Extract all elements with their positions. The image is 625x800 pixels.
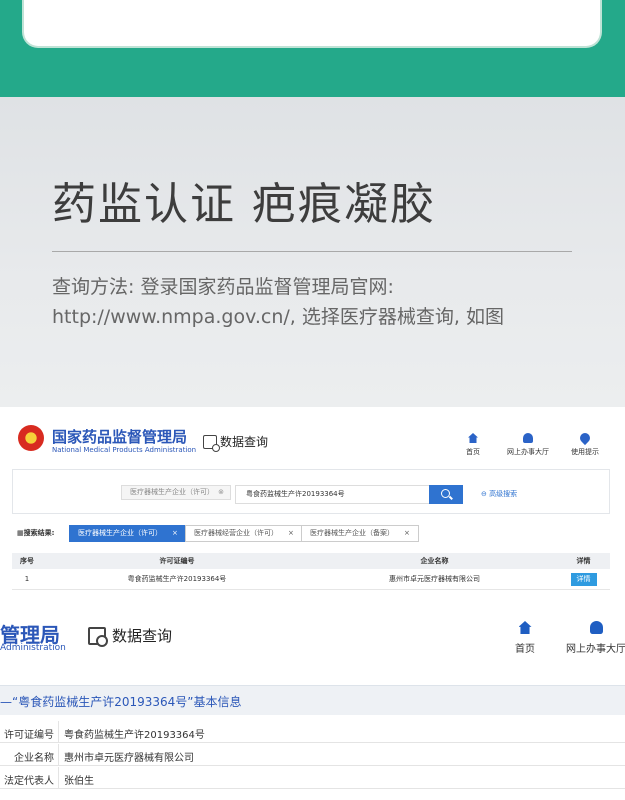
hero-section: [0, 97, 625, 407]
site-header: 国家药品监督管理局 National Medical Products Admi…: [0, 407, 625, 459]
info-row: 法定代表人 张伯生: [0, 767, 625, 789]
column-header-no: 序号: [20, 557, 34, 565]
nav-usage-tips-label: 使用提示: [571, 448, 599, 456]
nav-home[interactable]: 首页: [466, 433, 480, 457]
search-bar: 医疗器械生产企业（许可） ⊗ 粤食药监械生产许20193364号 ⊖ 高级搜索: [12, 469, 610, 514]
org-name-en-partial: Administration: [0, 643, 66, 653]
row-detail-cell: 详情: [557, 569, 610, 589]
org-name[interactable]: 国家药品监督管理局: [52, 426, 187, 447]
location-pin-icon: [577, 430, 593, 446]
data-query-label: 数据查询: [220, 435, 269, 449]
clear-category-icon[interactable]: ⊗: [218, 486, 224, 499]
row-no: 1: [24, 575, 30, 583]
nav-home-label: 首页: [466, 448, 480, 456]
user-icon: [523, 433, 533, 443]
home-icon: [468, 433, 478, 443]
divider: [58, 744, 59, 766]
detail-header: 管理局 Administration 数据查询 首页 网上办事大厅: [0, 603, 625, 683]
results-label: ▦搜索结果:: [17, 529, 55, 537]
divider: [58, 767, 59, 789]
hero-title: 药监认证 疤痕凝胶: [52, 179, 436, 230]
hero-description: 查询方法: 登录国家药品监督管理局官网: http://www.nmpa.gov…: [52, 272, 612, 332]
category-select[interactable]: 医疗器械生产企业（许可） ⊗: [121, 485, 231, 500]
field-label: 许可证编号: [4, 730, 54, 741]
nav-home-label: 首页: [515, 644, 535, 655]
org-name-en: National Medical Products Administration: [52, 446, 197, 454]
nav-online-hall-label: 网上办事大厅: [566, 644, 625, 655]
results-table: 序号 许可证编号 企业名称 详情 1 粤食药监械生产许20193364号 惠州市…: [12, 553, 610, 590]
filter-tag-label: 医疗器械生产企业（备案）: [310, 529, 394, 537]
field-label: 企业名称: [14, 753, 54, 764]
data-search-icon: [203, 434, 220, 452]
info-row: 企业名称 惠州市卓元医疗器械有限公司: [0, 744, 625, 766]
data-query-link[interactable]: 数据查询: [203, 433, 269, 452]
filter-tag-production-license[interactable]: 医疗器械生产企业（许可） ×: [69, 525, 187, 542]
top-banner: [0, 0, 625, 97]
hero-line-1: 查询方法: 登录国家药品监督管理局官网:: [52, 276, 394, 298]
info-row: 许可证编号 粤食药监械生产许20193364号: [0, 721, 625, 743]
filter-tag-operation-license[interactable]: 医疗器械经营企业（许可） ×: [185, 525, 303, 542]
top-card: [22, 0, 602, 48]
detail-button[interactable]: 详情: [570, 573, 597, 586]
data-query-label: 数据查询: [112, 627, 173, 645]
field-label: 法定代表人: [4, 776, 54, 787]
field-value: 粤食药监械生产许20193364号: [64, 730, 205, 741]
nav-online-hall[interactable]: 网上办事大厅: [507, 433, 549, 457]
column-header-license: 许可证编号: [159, 557, 195, 565]
column-header-company: 企业名称: [420, 557, 449, 565]
national-emblem-icon: [18, 425, 44, 451]
field-value: 张伯生: [64, 776, 94, 787]
close-icon[interactable]: ×: [172, 529, 178, 537]
nav-usage-tips[interactable]: 使用提示: [571, 430, 599, 457]
data-query-link[interactable]: 数据查询: [88, 625, 173, 647]
row-company: 惠州市卓元医疗器械有限公司: [389, 575, 480, 583]
user-icon: [589, 621, 603, 634]
field-value: 惠州市卓元医疗器械有限公司: [64, 753, 194, 764]
hero-line-2: http://www.nmpa.gov.cn/, 选择医疗器械查询, 如图: [52, 306, 504, 328]
basic-info-section-header: —“粤食药监械生产许20193364号”基本信息: [0, 685, 625, 715]
nav-online-hall-label: 网上办事大厅: [507, 448, 549, 456]
search-screenshot: 国家药品监督管理局 National Medical Products Admi…: [0, 407, 625, 603]
row-license: 粤食药监械生产许20193364号: [127, 575, 227, 583]
result-filters: ▦搜索结果: 医疗器械生产企业（许可） × 医疗器械经营企业（许可） × 医疗器械生…: [12, 522, 610, 546]
nav-home[interactable]: 首页: [515, 621, 535, 655]
close-icon[interactable]: ×: [404, 529, 410, 537]
table-header: 序号 许可证编号 企业名称 详情: [12, 553, 610, 569]
section-title: —“粤食药监械生产许20193364号”基本信息: [0, 695, 242, 709]
category-select-label: 医疗器械生产企业（许可）: [130, 488, 214, 496]
column-header-detail: 详情: [576, 557, 591, 565]
nav-online-hall[interactable]: 网上办事大厅: [566, 621, 625, 655]
table-row: 1 粤食药监械生产许20193364号 惠州市卓元医疗器械有限公司 详情: [12, 569, 610, 590]
close-icon[interactable]: ×: [288, 529, 294, 537]
search-input[interactable]: 粤食药监械生产许20193364号: [235, 485, 441, 504]
filter-tag-label: 医疗器械经营企业（许可）: [194, 529, 278, 537]
divider: [58, 721, 59, 743]
search-button[interactable]: [429, 485, 463, 504]
data-search-icon: [88, 626, 108, 647]
filter-tag-label: 医疗器械生产企业（许可）: [78, 529, 162, 537]
filter-tag-production-filing[interactable]: 医疗器械生产企业（备案） ×: [301, 525, 419, 542]
detail-screenshot: 管理局 Administration 数据查询 首页 网上办事大厅 —“粤食药监…: [0, 603, 625, 800]
divider: [52, 251, 572, 252]
advanced-search-link[interactable]: ⊖ 高级搜索: [481, 489, 517, 499]
home-icon: [518, 621, 532, 634]
